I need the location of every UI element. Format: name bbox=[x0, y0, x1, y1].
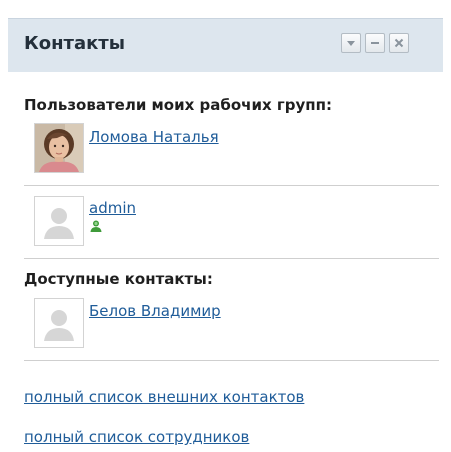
contact-avatar-belov[interactable] bbox=[34, 298, 84, 348]
divider bbox=[24, 185, 439, 186]
employees-link[interactable]: полный список сотрудников bbox=[24, 428, 249, 446]
close-icon bbox=[394, 38, 404, 48]
contact-link-belov[interactable]: Белов Владимир bbox=[89, 302, 221, 320]
minimize-button[interactable] bbox=[365, 33, 385, 53]
default-avatar-icon bbox=[35, 197, 83, 245]
chevron-down-icon bbox=[347, 41, 355, 46]
minimize-icon bbox=[371, 42, 379, 44]
contacts-widget: Контакты Пользователи моих рабочих групп… bbox=[0, 0, 451, 452]
contact-link-admin[interactable]: admin bbox=[89, 199, 136, 217]
dropdown-button[interactable] bbox=[341, 33, 361, 53]
default-avatar-icon bbox=[35, 299, 83, 347]
divider bbox=[24, 360, 439, 361]
contact-avatar-lomova[interactable] bbox=[34, 123, 84, 173]
external-contacts-link[interactable]: полный список внешних контактов bbox=[24, 388, 304, 406]
widget-title: Контакты bbox=[24, 33, 126, 54]
user-photo bbox=[35, 124, 83, 172]
close-button[interactable] bbox=[389, 33, 409, 53]
workgroups-section-title: Пользователи моих рабочих групп: bbox=[24, 96, 332, 114]
divider bbox=[24, 258, 439, 259]
widget-header: Контакты bbox=[8, 18, 443, 72]
available-section-title: Доступные контакты: bbox=[24, 270, 213, 288]
contact-avatar-admin[interactable] bbox=[34, 196, 84, 246]
contact-link-lomova[interactable]: Ломова Наталья bbox=[89, 128, 219, 146]
online-user-icon bbox=[90, 220, 102, 232]
